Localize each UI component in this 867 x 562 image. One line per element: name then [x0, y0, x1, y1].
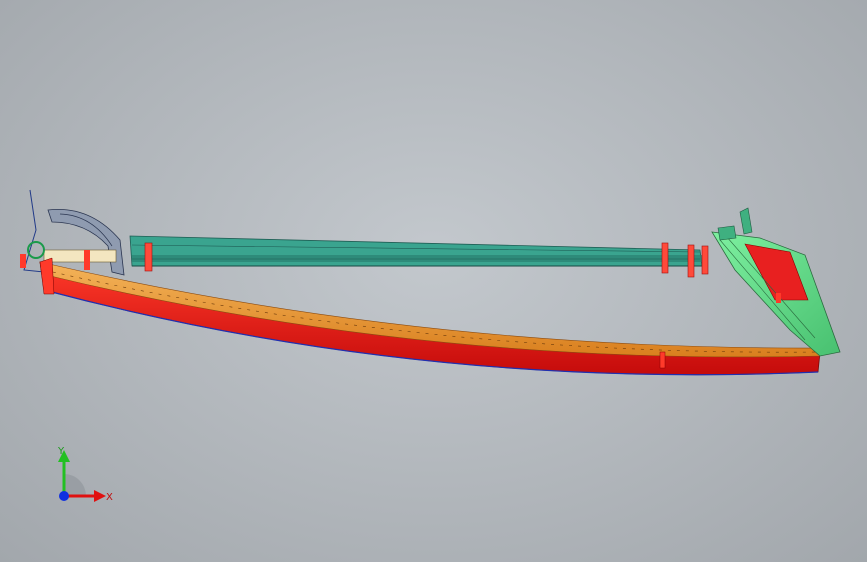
x-axis-label: X [106, 492, 113, 503]
z-axis-dot [59, 491, 69, 501]
lower-rail[interactable] [39, 261, 823, 376]
cad-model-canvas[interactable] [0, 0, 867, 562]
front-end-assembly[interactable] [711, 207, 841, 357]
coordinate-triad-icon: Y X [57, 446, 113, 503]
upper-guide-bar[interactable] [129, 235, 703, 267]
cad-viewport[interactable]: Y X [0, 0, 867, 562]
y-axis-label: Y [57, 446, 65, 457]
